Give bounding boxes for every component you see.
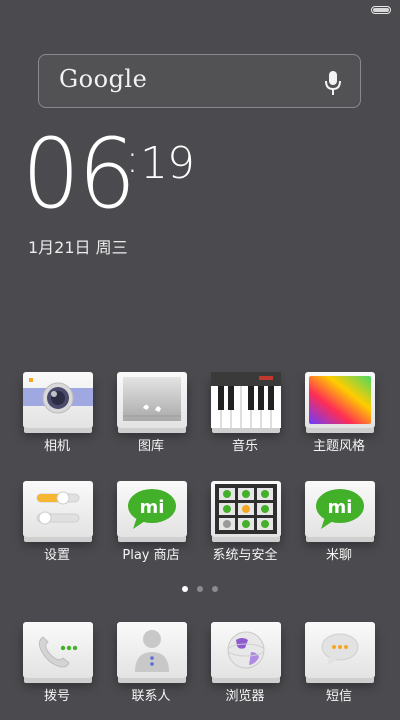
app-theme[interactable]: 主题风格	[299, 372, 379, 470]
dock-browser[interactable]: 浏览器	[205, 622, 285, 720]
app-label: 浏览器	[225, 689, 265, 704]
app-label: 图库	[137, 439, 164, 454]
clock-hour: 06	[22, 118, 136, 230]
app-music[interactable]: 音乐	[205, 372, 285, 470]
app-label: 设置	[43, 548, 70, 563]
app-gallery[interactable]: 图库	[111, 372, 191, 470]
mi-store-icon: mi	[117, 481, 187, 537]
svg-text:mi: mi	[328, 497, 353, 518]
settings-icon	[23, 481, 93, 537]
phone-icon	[23, 622, 93, 678]
app-label: Play 商店	[122, 548, 180, 563]
app-settings[interactable]: 设置	[17, 481, 97, 579]
page-indicator[interactable]	[0, 586, 400, 592]
page-dot-2[interactable]	[197, 586, 203, 592]
clock-colon: :	[126, 137, 139, 181]
app-label: 联系人	[131, 689, 171, 704]
google-logo: Google	[59, 65, 148, 93]
app-system-security[interactable]: 系统与安全	[205, 481, 285, 579]
mi-chat-icon: mi	[305, 481, 375, 537]
app-label: 系统与安全	[212, 548, 278, 563]
dock-contacts[interactable]: 联系人	[111, 622, 191, 720]
browser-icon	[211, 622, 281, 678]
messages-icon	[305, 622, 375, 678]
app-label: 拨号	[43, 689, 70, 704]
page-dot-3[interactable]	[212, 586, 218, 592]
page-dot-1[interactable]	[182, 586, 188, 592]
dock-phone[interactable]: 拨号	[17, 622, 97, 720]
svg-text:mi: mi	[140, 497, 165, 518]
app-label: 音乐	[231, 439, 258, 454]
app-label: 米聊	[325, 548, 352, 563]
contacts-icon	[117, 622, 187, 678]
app-label: 短信	[325, 689, 352, 704]
search-bar[interactable]: Google	[38, 54, 361, 108]
battery-icon	[371, 6, 391, 14]
piano-icon	[211, 372, 281, 428]
clock-minute: 19	[140, 138, 195, 189]
clock-date: 1月21日 周三	[28, 238, 128, 257]
gallery-icon	[117, 372, 187, 428]
system-grid-icon	[211, 481, 281, 537]
theme-icon	[305, 372, 375, 428]
app-camera[interactable]: 相机	[17, 372, 97, 470]
app-label: 相机	[43, 439, 70, 454]
dock-messages[interactable]: 短信	[299, 622, 379, 720]
app-label: 主题风格	[312, 439, 365, 454]
microphone-icon[interactable]	[324, 70, 342, 96]
camera-icon	[23, 372, 93, 428]
app-play-store[interactable]: mi Play 商店	[111, 481, 191, 579]
app-mi-chat[interactable]: mi 米聊	[299, 481, 379, 579]
